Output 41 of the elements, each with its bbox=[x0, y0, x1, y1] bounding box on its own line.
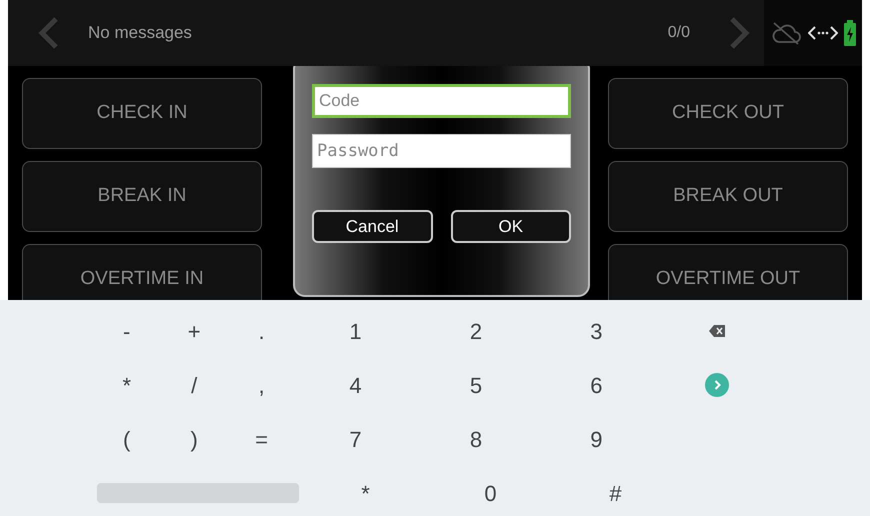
keyboard-key[interactable]: 3 bbox=[536, 304, 657, 358]
keyboard-key[interactable]: 2 bbox=[416, 304, 536, 358]
keyboard-key[interactable]: / bbox=[160, 358, 228, 412]
keyboard-key[interactable]: ( bbox=[93, 412, 160, 466]
input-field[interactable]: Password bbox=[312, 134, 571, 168]
message-text: No messages bbox=[88, 22, 192, 44]
keyboard-key[interactable]: 0 bbox=[428, 466, 553, 516]
keyboard-key[interactable]: 7 bbox=[295, 412, 416, 466]
chevron-left-icon[interactable] bbox=[38, 17, 60, 49]
action-button[interactable]: CHECK IN bbox=[22, 78, 262, 149]
keyboard-key[interactable]: 4 bbox=[295, 358, 416, 412]
space-bar[interactable] bbox=[97, 483, 299, 503]
keyboard-key[interactable]: 6 bbox=[536, 358, 657, 412]
action-button[interactable]: OVERTIME OUT bbox=[608, 244, 848, 300]
keyboard-key[interactable]: = bbox=[228, 412, 296, 466]
keyboard-key[interactable]: 1 bbox=[295, 304, 416, 358]
code-arrows-icon bbox=[808, 26, 838, 40]
keyboard-key[interactable]: 8 bbox=[416, 412, 536, 466]
keyboard-key[interactable]: 9 bbox=[536, 412, 657, 466]
input-field[interactable]: Code bbox=[312, 84, 571, 118]
backspace-icon bbox=[708, 325, 725, 337]
keyboard-key[interactable]: # bbox=[553, 466, 678, 516]
keyboard-key[interactable]: + bbox=[160, 304, 228, 358]
dialog-button[interactable]: Cancel bbox=[312, 210, 432, 243]
keyboard-key[interactable]: * bbox=[93, 358, 160, 412]
battery-charging-icon bbox=[844, 20, 856, 46]
action-button[interactable]: BREAK IN bbox=[22, 161, 262, 232]
dialog-button[interactable]: OK bbox=[450, 210, 571, 243]
chevron-right-icon[interactable] bbox=[728, 17, 750, 49]
action-button[interactable]: OVERTIME IN bbox=[22, 244, 262, 300]
message-counter: 0/0 bbox=[668, 23, 690, 43]
keyboard-key[interactable]: ) bbox=[160, 412, 228, 466]
chevron-right-icon bbox=[704, 373, 729, 397]
action-button[interactable]: BREAK OUT bbox=[608, 161, 848, 232]
keyboard-key[interactable]: , bbox=[228, 358, 296, 412]
action-button[interactable]: CHECK OUT bbox=[608, 78, 848, 149]
keyboard-key[interactable]: . bbox=[228, 304, 296, 358]
cloud-off-icon bbox=[770, 21, 802, 45]
keyboard-key[interactable]: - bbox=[93, 304, 160, 358]
keyboard-key[interactable]: * bbox=[303, 466, 428, 516]
keyboard-key[interactable]: 5 bbox=[416, 358, 536, 412]
